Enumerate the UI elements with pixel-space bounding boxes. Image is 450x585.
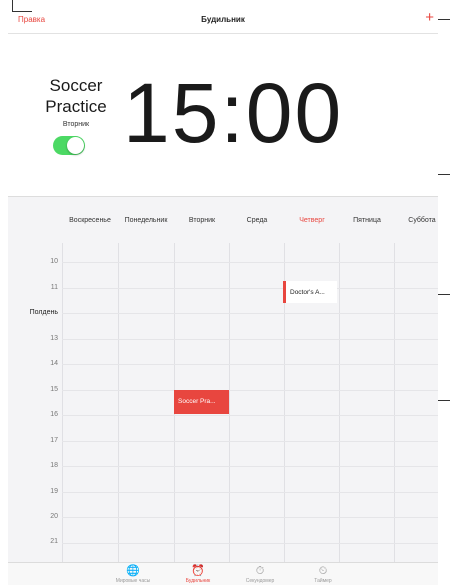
grid-row-line xyxy=(62,364,438,365)
hour-label-16: 16 xyxy=(50,411,58,418)
day-header-wednesday: Среда xyxy=(246,217,268,224)
hour-label-14: 14 xyxy=(50,360,58,367)
tab-timer[interactable]: ⏲ Таймер xyxy=(293,564,353,584)
hour-label-21: 21 xyxy=(50,538,58,545)
hour-label-17: 17 xyxy=(50,437,58,444)
day-header-saturday: Суббота xyxy=(408,217,436,224)
week-grid[interactable] xyxy=(62,243,438,563)
grid-row-line xyxy=(62,339,438,340)
hour-label-noon: Полдень xyxy=(29,309,58,316)
grid-column-line xyxy=(339,243,340,563)
alarm-repeat-day: Вторник xyxy=(62,121,90,128)
alarm-detail-panel[interactable]: Soccer Practice Вторник 15:00 xyxy=(8,35,438,195)
hour-label-19: 19 xyxy=(50,488,58,495)
alarm-toggle[interactable] xyxy=(53,136,85,155)
grid-row-line xyxy=(62,441,438,442)
day-header-friday: Пятница xyxy=(353,217,381,224)
grid-row-line xyxy=(62,288,438,289)
tab-label: Секундомер xyxy=(245,578,275,584)
tab-alarm[interactable]: ⏰ Будильник xyxy=(168,564,228,584)
grid-column-line xyxy=(62,243,63,563)
grid-row-line xyxy=(62,415,438,416)
grid-column-line xyxy=(394,243,395,563)
hour-label-13: 13 xyxy=(50,335,58,342)
alarm-clock-icon: ⏰ xyxy=(191,565,205,577)
tab-bar: 🌐 Мировые часы ⏰ Будильник ⏱ Секундомер … xyxy=(8,562,438,585)
grid-row-line xyxy=(62,390,438,391)
hour-label-18: 18 xyxy=(50,462,58,469)
day-header-sunday: Воскресенье xyxy=(69,217,111,224)
stopwatch-icon: ⏱ xyxy=(255,565,265,577)
tab-label: Будильник xyxy=(185,578,211,584)
grid-row-line xyxy=(62,517,438,518)
tab-world-clock[interactable]: 🌐 Мировые часы xyxy=(103,564,163,584)
grid-row-line xyxy=(62,543,438,544)
callout-line-add xyxy=(438,19,450,20)
day-header-tuesday: Вторник xyxy=(188,217,216,224)
globe-icon: 🌐 xyxy=(126,565,140,577)
tab-stopwatch[interactable]: ⏱ Секундомер xyxy=(230,564,290,584)
navigation-bar: Правка Будильник + xyxy=(8,6,438,34)
hour-label-11: 11 xyxy=(50,284,58,291)
page-title: Будильник xyxy=(201,15,245,24)
day-header-monday: Понедельник xyxy=(124,217,168,224)
tab-label: Мировые часы xyxy=(115,578,151,584)
timer-icon: ⏲ xyxy=(318,565,328,577)
grid-column-line xyxy=(229,243,230,563)
add-alarm-button[interactable]: + xyxy=(425,10,434,25)
day-header-thursday: Четверг xyxy=(299,217,325,224)
hour-label-20: 20 xyxy=(50,513,58,520)
grid-row-line xyxy=(62,492,438,493)
alarm-name: Soccer Practice xyxy=(36,75,116,117)
alarm-name-line2: Practice xyxy=(45,97,107,116)
event-doctors-appointment[interactable]: Doctor's A... xyxy=(283,281,337,303)
event-soccer-practice[interactable]: Soccer Pra... xyxy=(174,390,229,414)
alarm-name-line1: Soccer xyxy=(49,76,103,95)
grid-column-line xyxy=(118,243,119,563)
week-view: Воскресенье Понедельник Вторник Среда Че… xyxy=(8,196,438,563)
hour-label-15: 15 xyxy=(50,386,58,393)
grid-row-line xyxy=(62,466,438,467)
grid-row-line xyxy=(62,262,438,263)
tab-label: Таймер xyxy=(314,578,332,584)
alarm-time: 15:00 xyxy=(123,66,344,160)
hour-label-10: 10 xyxy=(50,258,58,265)
grid-row-line xyxy=(62,313,438,314)
toggle-knob xyxy=(67,137,84,154)
